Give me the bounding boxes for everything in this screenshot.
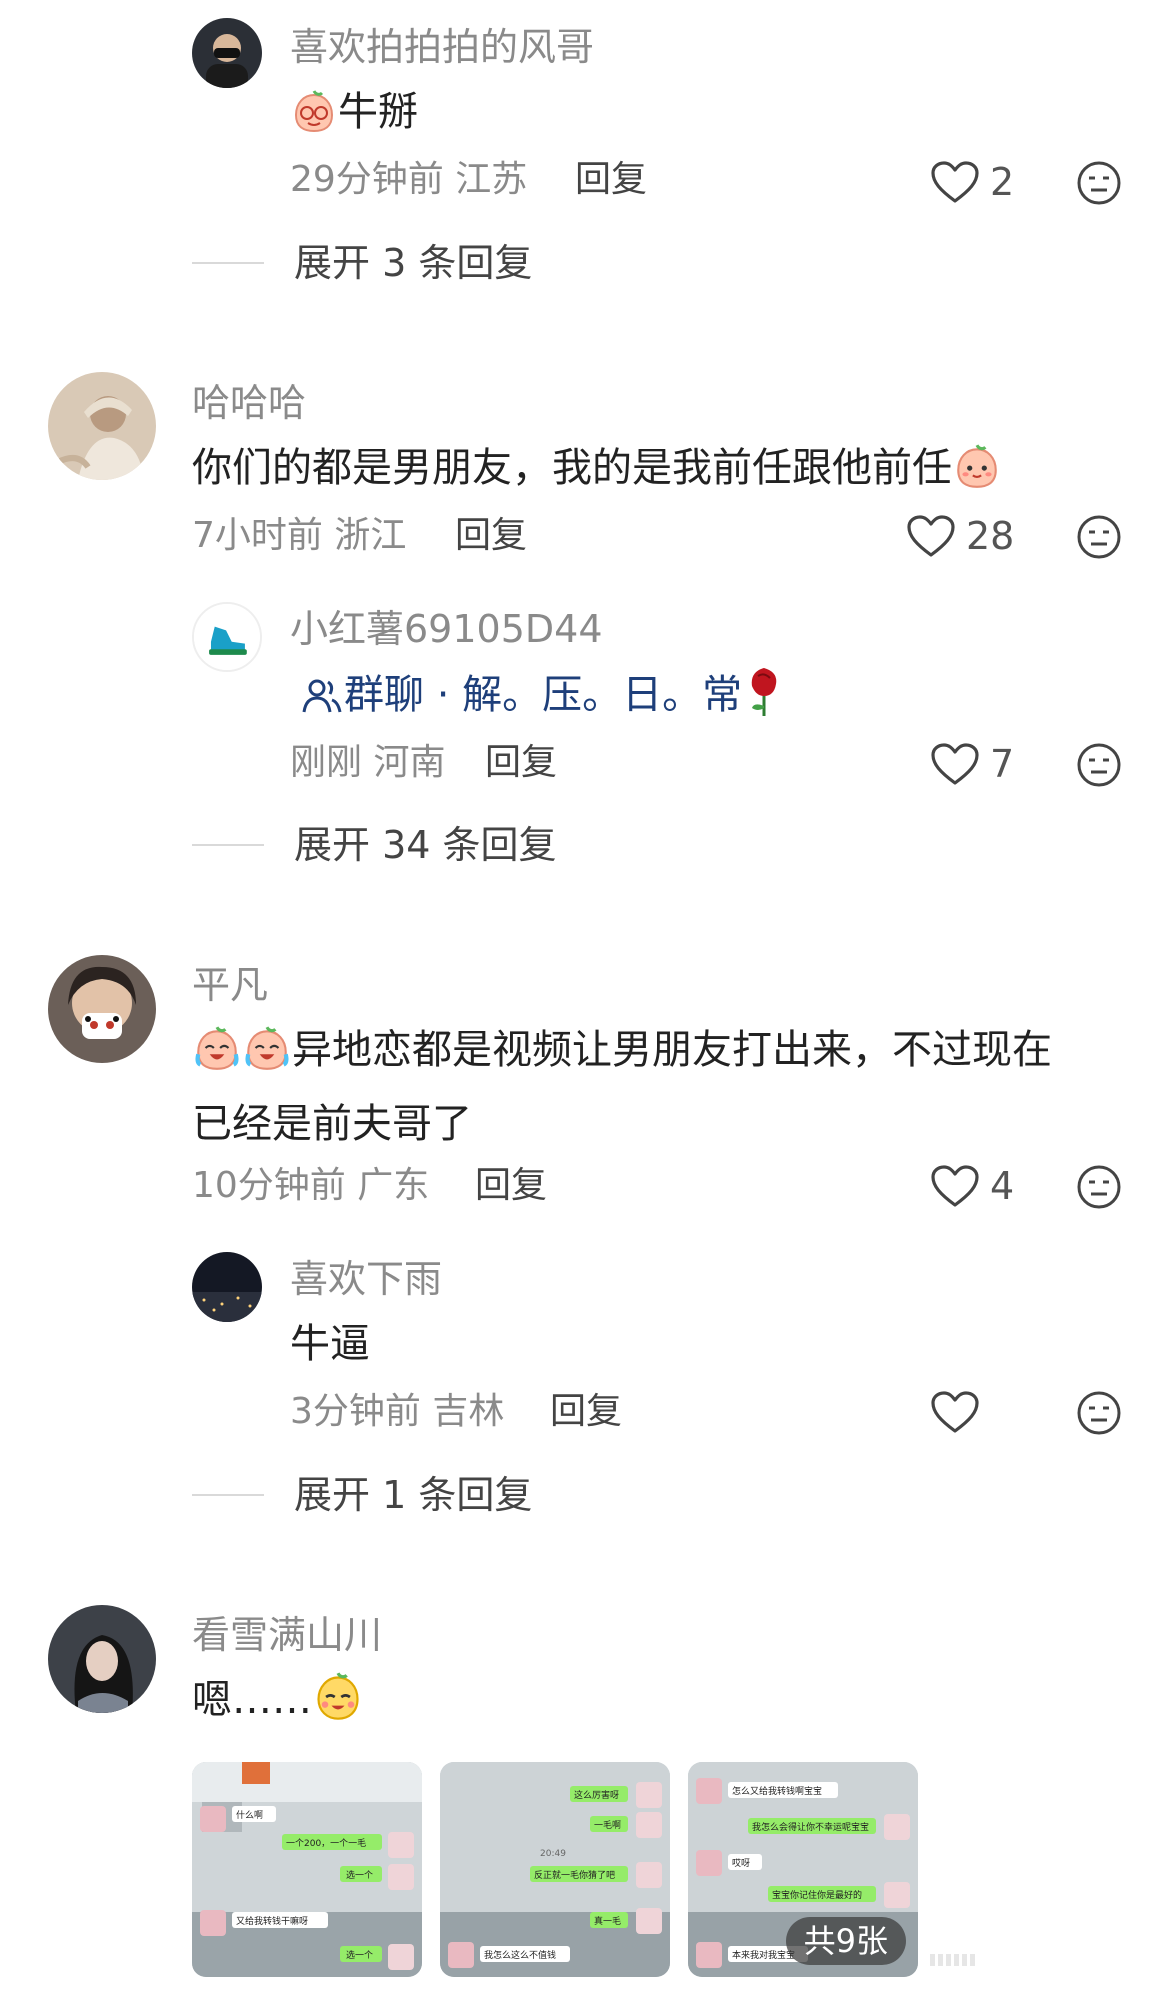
group-chat-link[interactable]: 群聊 · 解。压。日。常 (300, 662, 786, 737)
chat-bubble: 选一个 (346, 1869, 373, 1881)
dislike-button[interactable] (1076, 1164, 1122, 1210)
like-count: 2 (990, 160, 1015, 204)
chat-bubble: 我怎么会得让你不幸运呢宝宝 (752, 1821, 869, 1833)
reply-meta: 3分钟前 吉林 (290, 1394, 504, 1430)
chat-bubble: 什么啊 (236, 1809, 263, 1821)
image-thumbnail[interactable]: 这么厉害呀 一毛啊 20:49 反正就一毛你猜了吧 真一毛 我怎么这么不值钱 (440, 1762, 670, 1977)
like-button[interactable]: 2 (930, 160, 1014, 204)
expand-replies-button[interactable]: 展开 3 条回复 (192, 244, 532, 282)
avatar[interactable] (192, 602, 262, 672)
avatar[interactable] (192, 1252, 262, 1322)
image-count-badge: 共9张 (785, 1917, 906, 1965)
reply-button[interactable]: 回复 (475, 1168, 547, 1204)
location: 江苏 (455, 159, 528, 200)
chat-bubble: 怎么又给我转钱啊宝宝 (732, 1785, 822, 1797)
heart-icon (931, 161, 979, 203)
peach-emoji-icon (952, 441, 1002, 510)
like-button[interactable] (930, 1390, 980, 1434)
meh-face-icon (1077, 515, 1121, 559)
reply-text: 牛逼 (290, 1321, 370, 1367)
like-button[interactable]: 28 (906, 514, 1014, 558)
dislike-button[interactable] (1076, 742, 1122, 788)
comment-username[interactable]: 哈哈哈 (192, 384, 306, 422)
chat-timestamp: 20:49 (540, 1849, 566, 1859)
laugh-cry-emoji-icon (242, 1023, 292, 1092)
reply-button[interactable]: 回复 (575, 162, 647, 198)
image-thumbnail[interactable]: 什么啊 一个200，一个一毛 选一个 又给我转钱干嘛呀 选一个 (192, 1762, 422, 1977)
chat-bubble: 宝宝你记住你是最好的 (772, 1889, 862, 1901)
timestamp: 10分钟前 (192, 1165, 346, 1206)
like-count: 7 (990, 742, 1015, 786)
location: 浙江 (334, 515, 407, 556)
chat-bubble: 一毛啊 (594, 1819, 621, 1831)
reply-button[interactable]: 回复 (455, 518, 527, 554)
dislike-button[interactable] (1076, 1390, 1122, 1436)
expand-replies-button[interactable]: 展开 1 条回复 (192, 1476, 532, 1514)
comment-text: 异地恋都是视频让男朋友打出来，不过现在 已经是前夫哥了 (192, 1018, 1052, 1156)
like-count: 4 (990, 1164, 1015, 1208)
reply-username[interactable]: 喜欢下雨 (290, 1260, 442, 1298)
comment-text: 嗯…… (192, 1668, 364, 1742)
meh-face-icon (1077, 1391, 1121, 1435)
timestamp: 7小时前 (192, 515, 323, 556)
laugh-cry-emoji-icon (192, 1023, 242, 1092)
timestamp: 3分钟前 (290, 1391, 421, 1432)
reply-button[interactable]: 回复 (550, 1394, 622, 1430)
dislike-button[interactable] (1076, 514, 1122, 560)
comment-username[interactable]: 看雪满山川 (192, 1616, 382, 1654)
peach-glasses-emoji-icon (290, 87, 338, 154)
meh-face-icon (1077, 1165, 1121, 1209)
comment-username[interactable]: 喜欢拍拍拍的风哥 (290, 28, 594, 66)
avatar[interactable] (48, 1605, 156, 1713)
meh-face-icon (1077, 161, 1121, 205)
comment-text: 你们的都是男朋友，我的是我前任跟他前任 (192, 436, 1002, 510)
reply-button[interactable]: 回复 (485, 745, 557, 781)
expand-replies-button[interactable]: 展开 34 条回复 (192, 826, 557, 864)
timestamp: 刚刚 (290, 742, 363, 783)
timestamp: 29分钟前 (290, 159, 444, 200)
avatar[interactable] (48, 955, 156, 1063)
location: 广东 (357, 1165, 430, 1206)
avatar[interactable] (48, 372, 156, 480)
heart-icon (931, 1165, 979, 1207)
like-count: 28 (966, 514, 1015, 558)
divider (192, 1494, 264, 1496)
chat-bubble: 这么厉害呀 (574, 1789, 619, 1801)
divider (192, 262, 264, 264)
like-button[interactable]: 7 (930, 742, 1014, 786)
reply-meta: 刚刚 河南 (290, 745, 445, 781)
group-chat-icon (300, 673, 344, 737)
rose-icon (742, 662, 786, 737)
heart-icon (931, 1391, 979, 1433)
heart-icon (931, 743, 979, 785)
reply-username[interactable]: 小红薯69105D44 (290, 610, 603, 648)
chat-bubble: 选一个 (346, 1949, 373, 1961)
scroll-indicator (930, 1950, 990, 1970)
avatar[interactable] (192, 18, 262, 88)
chat-bubble: 又给我转钱干嘛呀 (236, 1915, 308, 1927)
meh-face-icon (1077, 743, 1121, 787)
heart-icon (907, 515, 955, 557)
divider (192, 844, 264, 846)
chat-bubble: 一个200，一个一毛 (286, 1837, 366, 1849)
dislike-button[interactable] (1076, 160, 1122, 206)
location: 河南 (373, 742, 446, 783)
chat-bubble: 哎呀 (732, 1858, 750, 1869)
chat-bubble: 反正就一毛你猜了吧 (534, 1869, 615, 1881)
comment-username[interactable]: 平凡 (192, 966, 268, 1004)
chat-bubble: 本来我对我宝宝 (732, 1949, 795, 1961)
smug-face-emoji-icon (312, 1671, 364, 1742)
comment-meta: 10分钟前 广东 (192, 1168, 429, 1204)
comment-text: 牛掰 (290, 80, 418, 154)
comment-meta: 29分钟前 江苏 (290, 162, 527, 198)
like-button[interactable]: 4 (930, 1164, 1014, 1208)
comment-meta: 7小时前 浙江 (192, 518, 406, 554)
location: 吉林 (432, 1391, 505, 1432)
chat-bubble: 我怎么这么不值钱 (484, 1949, 556, 1961)
chat-bubble: 真一毛 (594, 1915, 621, 1927)
image-thumbnail[interactable]: 怎么又给我转钱啊宝宝 我怎么会得让你不幸运呢宝宝 哎呀 宝宝你记住你是最好的 本… (688, 1762, 918, 1977)
